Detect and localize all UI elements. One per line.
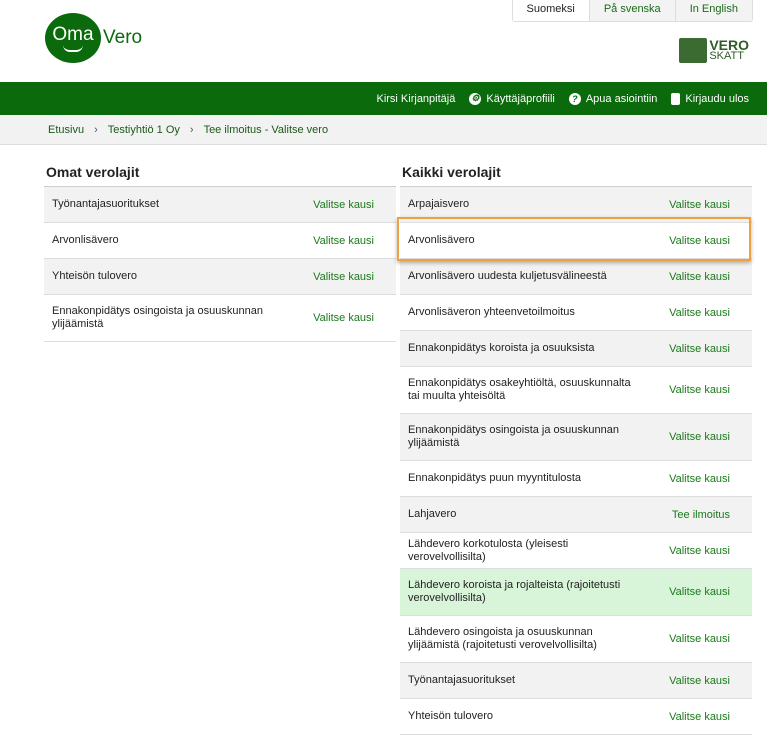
crumb-sep: ›: [94, 123, 98, 136]
crumb-sep: ›: [189, 123, 194, 136]
tax-action-link[interactable]: Valitse kausi: [669, 431, 730, 443]
help-label: Apua asiointiin: [585, 92, 658, 105]
tax-action-link[interactable]: Valitse kausi: [669, 473, 730, 485]
smile-icon: [63, 45, 83, 52]
tax-name: Yhteisön tulovero: [52, 270, 137, 283]
tax-row: Arvonlisävero Valitse kausi: [44, 223, 396, 259]
tax-action-link[interactable]: Tee ilmoitus: [672, 509, 730, 521]
tax-name: Ennakonpidätys osingoista ja osuuskunnan…: [52, 305, 263, 330]
tax-name: Arvonlisävero: [408, 234, 475, 247]
tax-action-link[interactable]: Valitse kausi: [669, 271, 730, 283]
tax-action-link[interactable]: Valitse kausi: [669, 384, 730, 396]
tax-row: Yhteisön tulovero Valitse kausi: [400, 699, 752, 735]
tax-name: Lähdevero koroista ja rojalteista (rajoi…: [408, 579, 621, 604]
tax-action-link[interactable]: Valitse kausi: [313, 312, 374, 324]
lang-fi[interactable]: Suomeksi: [512, 0, 589, 21]
tax-action-link[interactable]: Valitse kausi: [669, 586, 730, 598]
tax-action-link[interactable]: Valitse kausi: [669, 675, 730, 687]
tax-name: Lahjavero: [408, 508, 457, 521]
tax-name: Lähdevero korkotulosta (yleisesti verove…: [408, 537, 569, 563]
tax-name: Yhteisön tulovero: [408, 710, 493, 723]
tax-row: Yhteisön tulovero Valitse kausi: [44, 259, 396, 295]
crumb-home[interactable]: Etusivu: [48, 124, 84, 136]
tax-name: Arvonlisävero uudesta kuljetusvälineestä: [408, 270, 607, 283]
tax-name: Arvonlisävero: [52, 234, 119, 247]
crumb-current: Tee ilmoitus - Valitse vero: [203, 123, 329, 136]
help-icon: ?: [568, 92, 581, 105]
tax-name: Ennakonpidätys osingoista ja osuuskunnan…: [408, 424, 619, 449]
top-nav: Kirsi Kirjanpitäjä ⚙ Käyttäjäprofiili ? Ap…: [0, 82, 767, 115]
tax-row: Lähdevero korkotulosta (yleisesti verove…: [400, 533, 752, 569]
tax-name: Ennakonpidätys puun myyntitulosta: [408, 472, 582, 485]
tax-name: Työnantajasuoritukset: [52, 198, 160, 211]
tax-name: Arpajaisvero: [408, 198, 470, 211]
brand-bottom: SKATT: [709, 49, 744, 62]
tax-row: Ennakonpidätys osakeyhtiöltä, osuuskunna…: [400, 367, 752, 414]
tax-action-link[interactable]: Valitse kausi: [313, 271, 374, 283]
omavero-logo[interactable]: Oma Vero: [45, 13, 142, 63]
all-tax-types: Kaikki verolajit Arpajaisvero Valitse kau…: [400, 164, 752, 735]
tax-row: Lähdevero osingoista ja osuuskunnan ylij…: [400, 616, 752, 663]
user-name: Kirsi Kirjanpitäjä: [376, 92, 456, 105]
tax-row: Arvonlisäveron yhteenvetoilmoitus Valitse…: [400, 295, 752, 331]
tax-action-link[interactable]: Valitse kausi: [313, 199, 374, 211]
help-link[interactable]: ? Apua asiointiin: [568, 92, 658, 105]
tax-action-link[interactable]: Valitse kausi: [669, 199, 730, 211]
profile-link[interactable]: ⚙ Käyttäjäprofiili: [469, 92, 555, 105]
tax-action-link[interactable]: Valitse kausi: [669, 343, 730, 355]
lock-icon: [671, 92, 681, 105]
logo-oma: Oma: [52, 23, 94, 45]
tax-row: Ennakonpidätys puun myyntitulosta Valitse…: [400, 461, 752, 497]
tax-action-link[interactable]: Valitse kausi: [669, 711, 730, 723]
tax-row: Lahjavero Tee ilmoitus: [400, 497, 752, 533]
tax-row: Arvonlisävero Valitse kausi: [400, 223, 752, 259]
language-switcher: Suomeksi På svenska In English: [511, 0, 753, 22]
crumb-company[interactable]: Testiyhtiö 1 Oy: [108, 124, 180, 136]
tax-row: Arpajaisvero Valitse kausi: [400, 187, 752, 223]
tax-action-link[interactable]: Valitse kausi: [669, 235, 730, 247]
lang-sv[interactable]: På svenska: [588, 0, 675, 21]
tax-row: Työnantajasuoritukset Valitse kausi: [400, 663, 752, 699]
breadcrumb: Etusivu › Testiyhtiö 1 Oy › Tee ilmoitus -…: [0, 115, 767, 145]
tax-name: Työnantajasuoritukset: [408, 674, 516, 687]
logout-link[interactable]: Kirjaudu ulos: [671, 92, 749, 105]
lang-en[interactable]: In English: [674, 0, 752, 21]
tax-name: Ennakonpidätys koroista ja osuuksista: [408, 342, 595, 355]
emblem-icon: [679, 38, 708, 63]
tax-action-link[interactable]: Valitse kausi: [669, 633, 730, 645]
vero-skatt-logo: VERO SKATT: [679, 38, 749, 63]
all-title: Kaikki verolajit: [400, 164, 752, 187]
tax-row: Arvonlisävero uudesta kuljetusvälineestä…: [400, 259, 752, 295]
tax-row: Ennakonpidätys osingoista ja osuuskunnan…: [44, 295, 396, 342]
tax-action-link[interactable]: Valitse kausi: [669, 545, 730, 557]
logout-label: Kirjaudu ulos: [685, 92, 749, 105]
own-title: Omat verolajit: [44, 164, 396, 187]
gear-icon: ⚙: [469, 92, 482, 105]
tax-name: Ennakonpidätys osakeyhtiöltä, osuuskunna…: [408, 377, 631, 402]
tax-row: Lähdevero koroista ja rojalteista (rajoi…: [400, 569, 752, 616]
logo-circle: Oma: [45, 13, 101, 63]
profile-label: Käyttäjäprofiili: [486, 92, 555, 105]
tax-action-link[interactable]: Valitse kausi: [669, 307, 730, 319]
tax-name: Lähdevero osingoista ja osuuskunnan ylij…: [408, 626, 597, 651]
own-tax-types: Omat verolajit Työnantajasuoritukset Vali…: [44, 164, 396, 342]
tax-row: Ennakonpidätys osingoista ja osuuskunnan…: [400, 414, 752, 461]
tax-row: Työnantajasuoritukset Valitse kausi: [44, 187, 396, 223]
tax-name: Arvonlisäveron yhteenvetoilmoitus: [408, 306, 575, 319]
logo-vero: Vero: [103, 27, 143, 48]
tax-action-link[interactable]: Valitse kausi: [313, 235, 374, 247]
tax-row: Ennakonpidätys koroista ja osuuksista Val…: [400, 331, 752, 367]
